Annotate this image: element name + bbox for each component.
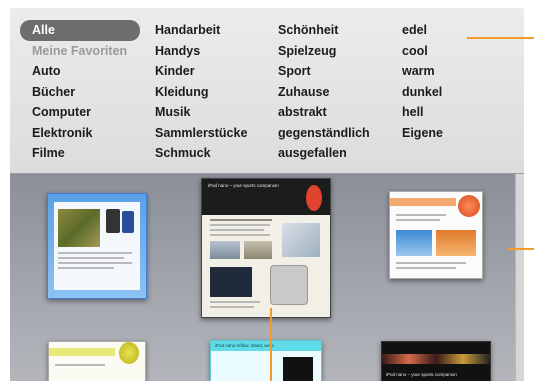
category-warm[interactable]: warm [402, 61, 443, 82]
category-sammlerstuecke[interactable]: Sammlerstücke [155, 123, 247, 144]
category-kleidung[interactable]: Kleidung [155, 82, 247, 103]
callout-line-top [467, 37, 534, 39]
category-ausgefallen[interactable]: ausgefallen [278, 143, 370, 164]
category-meine-favoriten[interactable]: Meine Favoriten [32, 41, 140, 62]
template-center-header: iPod nano – your sports companion [208, 183, 279, 188]
category-column-1: Alle Meine Favoriten Auto Bücher Compute… [20, 20, 140, 164]
category-schoenheit[interactable]: Schönheit [278, 20, 370, 41]
template-bottom-center-header: iPod nano reflow, stand, wear [215, 343, 275, 348]
category-zuhause[interactable]: Zuhause [278, 82, 370, 103]
category-alle[interactable]: Alle [20, 20, 140, 41]
template-thumbnail-blue[interactable] [47, 193, 147, 299]
template-thumbnail-bottom-center[interactable]: iPod nano reflow, stand, wear [210, 340, 322, 381]
callout-line-right [507, 248, 534, 250]
category-sport[interactable]: Sport [278, 61, 370, 82]
category-auto[interactable]: Auto [32, 61, 140, 82]
category-elektronik[interactable]: Elektronik [32, 123, 140, 144]
template-bottom-right-header: iPod nano – your sports companion [386, 372, 457, 377]
category-handys[interactable]: Handys [155, 41, 247, 62]
category-cool[interactable]: cool [402, 41, 443, 62]
category-panel: Alle Meine Favoriten Auto Bücher Compute… [10, 8, 524, 174]
template-thumbnail-bottom-right[interactable]: iPod nano – your sports companion [381, 341, 491, 381]
category-edel[interactable]: edel [402, 20, 443, 41]
category-hell[interactable]: hell [402, 102, 443, 123]
vertical-scrollbar[interactable] [515, 174, 524, 381]
category-gegenstaendlich[interactable]: gegenständlich [278, 123, 370, 144]
category-computer[interactable]: Computer [32, 102, 140, 123]
category-column-3: Schönheit Spielzeug Sport Zuhause abstra… [278, 20, 370, 164]
category-column-2: Handarbeit Handys Kinder Kleidung Musik … [155, 20, 247, 164]
category-dunkel[interactable]: dunkel [402, 82, 443, 103]
category-handarbeit[interactable]: Handarbeit [155, 20, 247, 41]
template-browser: iPod nano – your sports companion iPod n… [10, 174, 524, 381]
category-kinder[interactable]: Kinder [155, 61, 247, 82]
category-spielzeug[interactable]: Spielzeug [278, 41, 370, 62]
category-filme[interactable]: Filme [32, 143, 140, 164]
category-musik[interactable]: Musik [155, 102, 247, 123]
template-thumbnail-bottom-left[interactable] [48, 341, 146, 381]
category-eigene[interactable]: Eigene [402, 123, 443, 144]
template-thumbnail-center[interactable]: iPod nano – your sports companion [201, 178, 331, 318]
category-buecher[interactable]: Bücher [32, 82, 140, 103]
category-column-4: edel cool warm dunkel hell Eigene [402, 20, 443, 143]
callout-line-bottom [270, 308, 272, 381]
template-thumbnail-orange[interactable] [389, 191, 483, 279]
category-abstrakt[interactable]: abstrakt [278, 102, 370, 123]
category-schmuck[interactable]: Schmuck [155, 143, 247, 164]
